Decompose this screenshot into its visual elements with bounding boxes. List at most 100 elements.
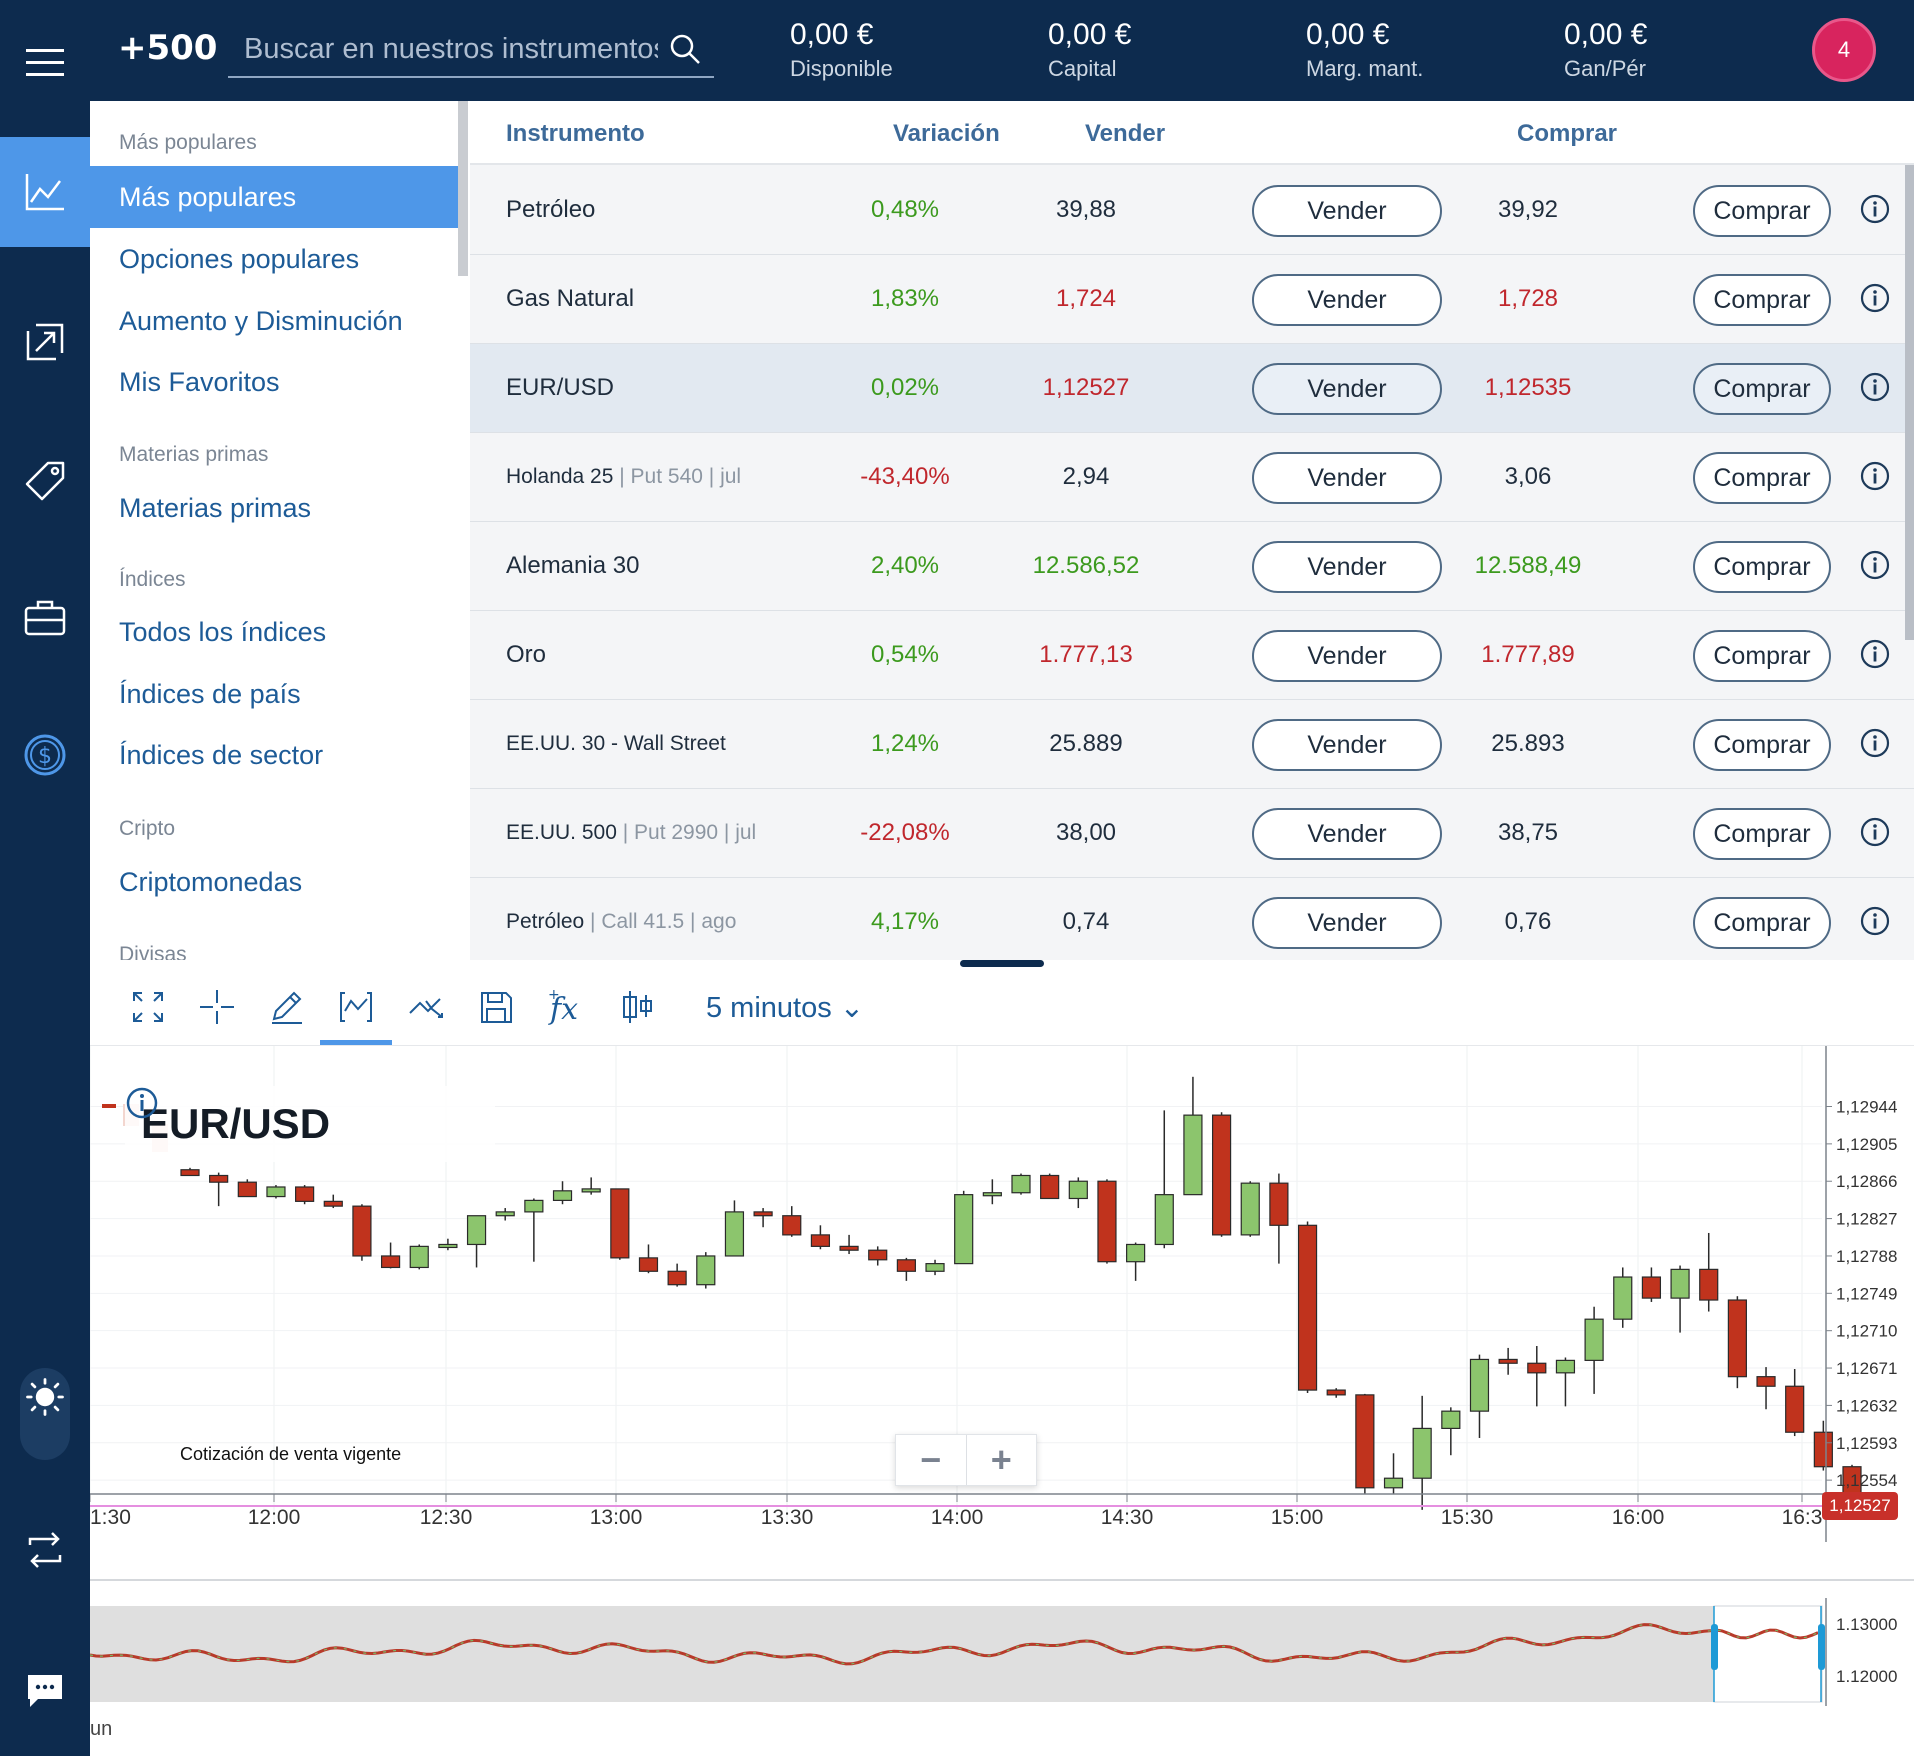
tag-icon[interactable] [0, 426, 90, 536]
indicator-icon[interactable] [401, 982, 451, 1032]
info-icon[interactable] [1859, 905, 1891, 937]
save-icon[interactable] [471, 982, 521, 1032]
navigator-y-label: 1.13000 [1836, 1615, 1897, 1634]
candle-body [1126, 1243, 1146, 1263]
instrument-name[interactable]: Gas Natural [506, 285, 634, 313]
buy-button[interactable]: Comprar [1693, 274, 1831, 326]
candle-body [1555, 1359, 1576, 1374]
candle-body [1068, 1180, 1088, 1200]
x-tick-label: 15:00 [1271, 1506, 1324, 1529]
theme-toggle[interactable] [20, 1368, 70, 1460]
trade-icon[interactable] [0, 287, 90, 397]
instrument-name[interactable]: EE.UU. 500 | Put 2990 | jul [506, 821, 756, 845]
chat-icon[interactable] [0, 1635, 90, 1745]
sell-button[interactable]: Vender [1252, 719, 1442, 771]
table-header: Instrumento Variación Vender Comprar [470, 101, 1914, 165]
price-chart[interactable]: 1,12944 1,12905 1,12866 1,12827 1,12788 1,127… [90, 1046, 1914, 1756]
category-commodities[interactable]: Materias primas [90, 477, 460, 539]
info-icon[interactable] [1859, 727, 1891, 759]
zoom-in-button[interactable]: + [965, 1435, 1037, 1485]
candle-body [1183, 1114, 1203, 1196]
table-row[interactable]: Oro 0,54% 1.777,13 Vender 1.777,89 Comprar [470, 611, 1914, 700]
instrument-name[interactable]: Petróleo [506, 196, 595, 224]
info-icon[interactable] [1859, 282, 1891, 314]
instrument-name[interactable]: Alemania 30 [506, 552, 639, 580]
sell-button[interactable]: Vender [1252, 630, 1442, 682]
instrument-name[interactable]: Petróleo | Call 41.5 | ago [506, 910, 736, 934]
notifications-badge[interactable]: 4 [1812, 18, 1876, 82]
search-box[interactable] [228, 22, 714, 78]
fullscreen-icon[interactable] [123, 982, 173, 1032]
info-icon[interactable] [1859, 816, 1891, 848]
sell-button[interactable]: Vender [1252, 452, 1442, 504]
sell-button[interactable]: Vender [1252, 363, 1442, 415]
function-icon[interactable]: fx + [541, 982, 591, 1032]
category-most-popular[interactable]: Más populares [90, 166, 460, 228]
table-row[interactable]: Holanda 25 | Put 540 | jul -43,40% 2,94 Ven… [470, 433, 1914, 522]
buy-button[interactable]: Comprar [1693, 363, 1831, 415]
category-favorites[interactable]: Mis Favoritos [90, 351, 460, 413]
crosshair-icon[interactable] [192, 982, 242, 1032]
svg-text:+: + [548, 987, 560, 1003]
y-tick-label: 1,12554 [1836, 1471, 1897, 1490]
table-row[interactable]: EUR/USD 0,02% 1,12527 Vender 1,12535 Comprar [470, 344, 1914, 433]
search-input[interactable] [228, 22, 658, 76]
category-crypto[interactable]: Criptomonedas [90, 851, 460, 913]
table-row[interactable]: Petróleo 0,48% 39,88 Vender 39,92 Comprar [470, 166, 1914, 255]
category-all-indices[interactable]: Todos los índices [90, 601, 460, 663]
buy-button[interactable]: Comprar [1693, 185, 1831, 237]
instrument-name[interactable]: Oro [506, 641, 546, 669]
table-row[interactable]: Petróleo | Call 41.5 | ago 4,17% 0,74 Vende… [470, 878, 1914, 960]
table-scrollbar[interactable] [1905, 165, 1914, 640]
buy-button[interactable]: Comprar [1693, 719, 1831, 771]
table-row[interactable]: EE.UU. 500 | Put 2990 | jul -22,08% 38,00 V… [470, 789, 1914, 878]
category-country-indices[interactable]: Índices de país [90, 663, 460, 725]
chart-icon[interactable] [0, 137, 90, 247]
info-icon[interactable] [125, 1086, 159, 1120]
sell-button[interactable]: Vender [1252, 808, 1442, 860]
buy-button[interactable]: Comprar [1693, 541, 1831, 593]
col-instrument[interactable]: Instrumento [506, 120, 645, 148]
category-sector-indices[interactable]: Índices de sector [90, 724, 460, 786]
info-icon[interactable] [1859, 638, 1891, 670]
col-change[interactable]: Variación [893, 120, 1000, 148]
instrument-name[interactable]: Holanda 25 | Put 540 | jul [506, 465, 741, 489]
info-icon[interactable] [1859, 549, 1891, 581]
buy-button[interactable]: Comprar [1693, 452, 1831, 504]
dollar-icon[interactable]: $ [0, 700, 90, 810]
info-icon[interactable] [1859, 193, 1891, 225]
sell-button[interactable]: Vender [1252, 897, 1442, 949]
buy-button[interactable]: Comprar [1693, 897, 1831, 949]
info-icon[interactable] [1859, 460, 1891, 492]
instrument-name[interactable]: EE.UU. 30 - Wall Street [506, 732, 726, 756]
menu-icon[interactable] [0, 8, 90, 118]
instrument-name[interactable]: EUR/USD [506, 374, 614, 402]
table-row[interactable]: Gas Natural 1,83% 1,724 Vender 1,728 Comprar [470, 255, 1914, 344]
timeframe-dropdown[interactable]: 5 minutos ⌄ [706, 990, 864, 1025]
buy-button[interactable]: Comprar [1693, 808, 1831, 860]
category-popular-options[interactable]: Opciones populares [90, 228, 460, 290]
sell-button[interactable]: Vender [1252, 274, 1442, 326]
table-row[interactable]: EE.UU. 30 - Wall Street 1,24% 25.889 Vender… [470, 700, 1914, 789]
briefcase-icon[interactable] [0, 563, 90, 673]
col-sell[interactable]: Vender [1085, 120, 1165, 148]
change-value: 1,83% [870, 285, 940, 312]
col-buy[interactable]: Comprar [1517, 120, 1617, 148]
panel-resize-handle[interactable] [960, 960, 1044, 967]
info-icon[interactable] [1859, 371, 1891, 403]
search-icon[interactable] [668, 32, 702, 66]
candle-settings-icon[interactable] [612, 982, 662, 1032]
navigator-selection [1713, 1605, 1823, 1703]
chart-type-icon[interactable] [331, 982, 381, 1032]
buy-button[interactable]: Comprar [1693, 630, 1831, 682]
change-value: 0,48% [870, 196, 940, 223]
pencil-icon[interactable] [261, 982, 311, 1032]
table-row[interactable]: Alemania 30 2,40% 12.586,52 Vender 12.588,49… [470, 522, 1914, 611]
category-scrollbar[interactable] [458, 101, 468, 276]
zoom-out-button[interactable]: − [896, 1435, 966, 1485]
category-risers-fallers[interactable]: Aumento y Disminución [90, 290, 460, 352]
swap-icon[interactable] [0, 1495, 90, 1605]
sell-button[interactable]: Vender [1252, 541, 1442, 593]
x-tick-label: 13:00 [590, 1506, 643, 1529]
sell-button[interactable]: Vender [1252, 185, 1442, 237]
